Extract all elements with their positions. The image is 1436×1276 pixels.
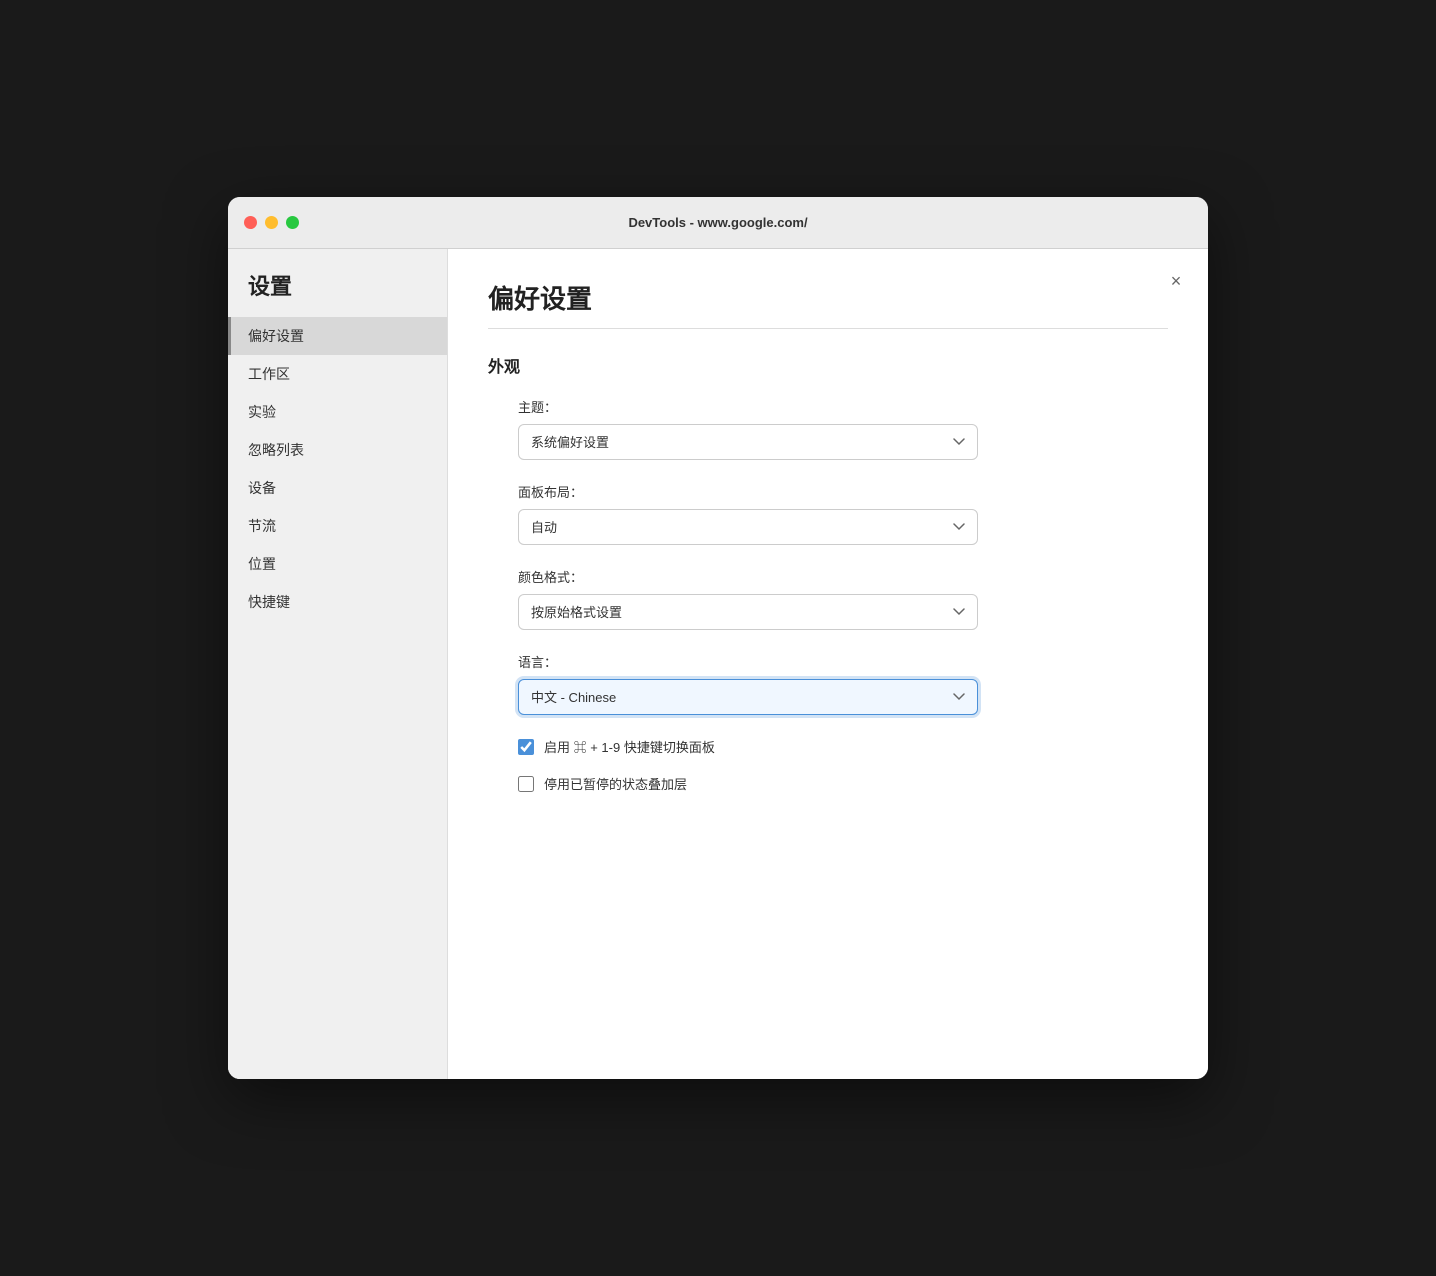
cmd-switch-label[interactable]: 启用 ⌘ + 1-9 快捷键切换面板 — [544, 737, 715, 756]
disable-paused-checkbox[interactable] — [518, 776, 534, 792]
panel-layout-select[interactable]: 自动 水平 垂直 — [518, 509, 978, 545]
appearance-section-title: 外观 — [488, 353, 1168, 377]
color-format-label: 颜色格式： — [518, 567, 1168, 586]
language-label: 语言： — [518, 652, 1168, 671]
window-title: DevTools - www.google.com/ — [628, 215, 807, 230]
minimize-traffic-light[interactable] — [265, 216, 278, 229]
sidebar-heading: 设置 — [228, 269, 447, 317]
traffic-lights — [244, 216, 299, 229]
section-divider — [488, 328, 1168, 329]
language-group: 语言： 中文 - Chinese English 日本語 한국어 — [488, 652, 1168, 715]
language-select[interactable]: 中文 - Chinese English 日本語 한국어 — [518, 679, 978, 715]
sidebar-item-shortcuts[interactable]: 快捷键 — [228, 583, 447, 621]
disable-paused-label[interactable]: 停用已暂停的状态叠加层 — [544, 774, 687, 793]
close-traffic-light[interactable] — [244, 216, 257, 229]
panel-layout-group: 面板布局： 自动 水平 垂直 — [488, 482, 1168, 545]
cmd-switch-group: 启用 ⌘ + 1-9 快捷键切换面板 — [488, 737, 1168, 756]
theme-group: 主题： 系统偏好设置 浅色 深色 — [488, 397, 1168, 460]
cmd-switch-checkbox[interactable] — [518, 739, 534, 755]
color-format-group: 颜色格式： 按原始格式设置 HEX RGB HSL — [488, 567, 1168, 630]
titlebar: DevTools - www.google.com/ — [228, 197, 1208, 249]
color-format-select[interactable]: 按原始格式设置 HEX RGB HSL — [518, 594, 978, 630]
page-title: 偏好设置 — [488, 279, 1168, 316]
sidebar-item-ignore-list[interactable]: 忽略列表 — [228, 431, 447, 469]
sidebar-item-devices[interactable]: 设备 — [228, 469, 447, 507]
sidebar-item-workspace[interactable]: 工作区 — [228, 355, 447, 393]
panel-layout-label: 面板布局： — [518, 482, 1168, 501]
sidebar-item-locations[interactable]: 位置 — [228, 545, 447, 583]
sidebar-item-experiments[interactable]: 实验 — [228, 393, 447, 431]
close-button[interactable]: × — [1164, 269, 1188, 293]
sidebar: 设置 偏好设置 工作区 实验 忽略列表 设备 节流 位置 快捷键 — [228, 249, 448, 1079]
theme-select[interactable]: 系统偏好设置 浅色 深色 — [518, 424, 978, 460]
sidebar-item-preferences[interactable]: 偏好设置 — [228, 317, 447, 355]
window-body: 设置 偏好设置 工作区 实验 忽略列表 设备 节流 位置 快捷键 × 偏好设置 … — [228, 249, 1208, 1079]
sidebar-item-throttling[interactable]: 节流 — [228, 507, 447, 545]
disable-paused-group: 停用已暂停的状态叠加层 — [488, 774, 1168, 793]
theme-label: 主题： — [518, 397, 1168, 416]
maximize-traffic-light[interactable] — [286, 216, 299, 229]
app-window: DevTools - www.google.com/ 设置 偏好设置 工作区 实… — [228, 197, 1208, 1079]
main-content: × 偏好设置 外观 主题： 系统偏好设置 浅色 深色 面板布局： 自动 水平 — [448, 249, 1208, 1079]
